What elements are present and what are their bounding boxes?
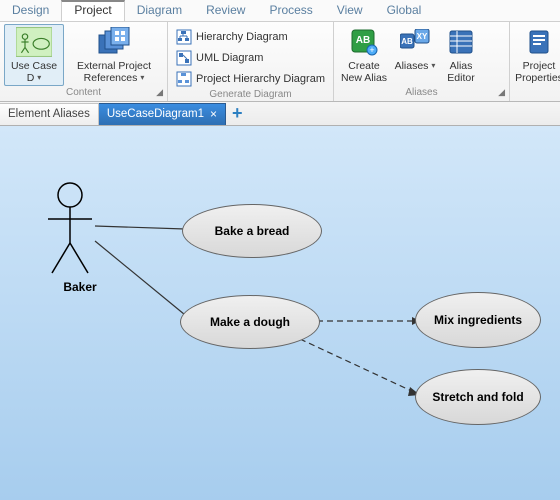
use-case-label: Make a dough bbox=[210, 315, 290, 329]
menu-design[interactable]: Design bbox=[0, 0, 61, 21]
hierarchy-diagram-label: Hierarchy Diagram bbox=[196, 31, 288, 43]
hierarchy-diagram-button[interactable]: Hierarchy Diagram bbox=[172, 26, 329, 47]
diagram-canvas[interactable]: Baker Bake a bread Make a dough Mix ingr… bbox=[0, 126, 560, 500]
ribbon-group-project-properties: Project Properties bbox=[510, 22, 560, 101]
aliases-button[interactable]: AB XY Aliases▾ bbox=[392, 24, 438, 74]
project-properties-label: Project Properties bbox=[515, 60, 560, 84]
use-case-d-icon bbox=[16, 26, 52, 58]
use-case-stretch[interactable]: Stretch and fold bbox=[415, 369, 541, 425]
ribbon: Use Case D▾ External Project References▾ bbox=[0, 22, 560, 102]
create-new-alias-button[interactable]: AB+ Create New Alias bbox=[338, 24, 390, 86]
project-properties-button[interactable]: Project Properties bbox=[514, 24, 560, 86]
alias-editor-icon bbox=[443, 26, 479, 58]
create-new-alias-icon: AB+ bbox=[346, 26, 382, 58]
aliases-icon: AB XY bbox=[397, 26, 433, 58]
external-project-references-icon bbox=[96, 26, 132, 58]
svg-text:AB: AB bbox=[356, 35, 370, 46]
ribbon-group-aliases-label: Aliases◢ bbox=[338, 87, 505, 100]
svg-text:AB: AB bbox=[401, 37, 413, 46]
svg-text:XY: XY bbox=[417, 32, 428, 41]
menu-review[interactable]: Review bbox=[194, 0, 257, 21]
actor-baker[interactable]: Baker bbox=[40, 181, 120, 294]
ribbon-group-content-label: Content◢ bbox=[4, 87, 163, 100]
hierarchy-diagram-icon bbox=[176, 29, 192, 45]
project-properties-icon bbox=[521, 26, 557, 58]
uml-diagram-icon bbox=[176, 50, 192, 66]
alias-editor-button[interactable]: Alias Editor bbox=[440, 24, 482, 86]
menu-process[interactable]: Process bbox=[257, 0, 324, 21]
use-case-d-button[interactable]: Use Case D▾ bbox=[4, 24, 64, 86]
menu-global[interactable]: Global bbox=[375, 0, 434, 21]
chevron-down-icon: ▾ bbox=[140, 73, 144, 82]
use-case-bake[interactable]: Bake a bread bbox=[182, 204, 322, 258]
use-case-make[interactable]: Make a dough bbox=[180, 295, 320, 349]
plus-icon: + bbox=[232, 103, 243, 123]
stick-figure-icon bbox=[40, 181, 100, 276]
menu-diagram[interactable]: Diagram bbox=[125, 0, 194, 21]
chevron-down-icon: ▾ bbox=[431, 61, 435, 70]
uml-diagram-button[interactable]: UML Diagram bbox=[172, 47, 329, 68]
use-case-label: Stretch and fold bbox=[432, 390, 523, 404]
ribbon-group-content: Use Case D▾ External Project References▾ bbox=[0, 22, 168, 101]
menu-view[interactable]: View bbox=[325, 0, 375, 21]
project-hierarchy-diagram-label: Project Hierarchy Diagram bbox=[196, 73, 325, 85]
use-case-label: Mix ingredients bbox=[434, 313, 522, 327]
ribbon-group-aliases: AB+ Create New Alias ABXY Aliases▾ Alias… bbox=[334, 22, 510, 101]
dialog-launcher-icon[interactable]: ◢ bbox=[156, 87, 163, 98]
alias-editor-label: Alias Editor bbox=[442, 60, 480, 84]
tab-label: UseCaseDiagram1 bbox=[107, 108, 204, 120]
menu-bar: Design Project Diagram Review Process Vi… bbox=[0, 0, 560, 22]
aliases-label: Aliases bbox=[395, 60, 429, 72]
document-tab-strip: Element Aliases UseCaseDiagram1 × + bbox=[0, 102, 560, 126]
use-case-label: Bake a bread bbox=[215, 224, 290, 238]
external-project-references-button[interactable]: External Project References▾ bbox=[66, 24, 162, 86]
project-hierarchy-diagram-icon bbox=[176, 71, 192, 87]
actor-label: Baker bbox=[40, 280, 120, 294]
uml-diagram-label: UML Diagram bbox=[196, 52, 263, 64]
use-case-mix[interactable]: Mix ingredients bbox=[415, 292, 541, 348]
close-icon[interactable]: × bbox=[210, 107, 217, 121]
use-case-d-label: Use Case D bbox=[11, 60, 57, 84]
tab-element-aliases[interactable]: Element Aliases bbox=[0, 103, 99, 125]
project-hierarchy-diagram-button[interactable]: Project Hierarchy Diagram bbox=[172, 68, 329, 89]
dialog-launcher-icon[interactable]: ◢ bbox=[498, 87, 505, 98]
tab-label: Element Aliases bbox=[8, 108, 90, 120]
add-tab-button[interactable]: + bbox=[226, 103, 249, 124]
create-new-alias-label: Create New Alias bbox=[340, 60, 388, 84]
menu-project[interactable]: Project bbox=[61, 0, 124, 21]
svg-text:+: + bbox=[369, 45, 374, 55]
tab-use-case-diagram-1[interactable]: UseCaseDiagram1 × bbox=[99, 103, 226, 125]
ribbon-group-generate: Hierarchy Diagram UML Diagram Project Hi… bbox=[168, 22, 334, 101]
chevron-down-icon: ▾ bbox=[37, 73, 41, 82]
ribbon-group-generate-label: Generate Diagram bbox=[172, 89, 329, 102]
